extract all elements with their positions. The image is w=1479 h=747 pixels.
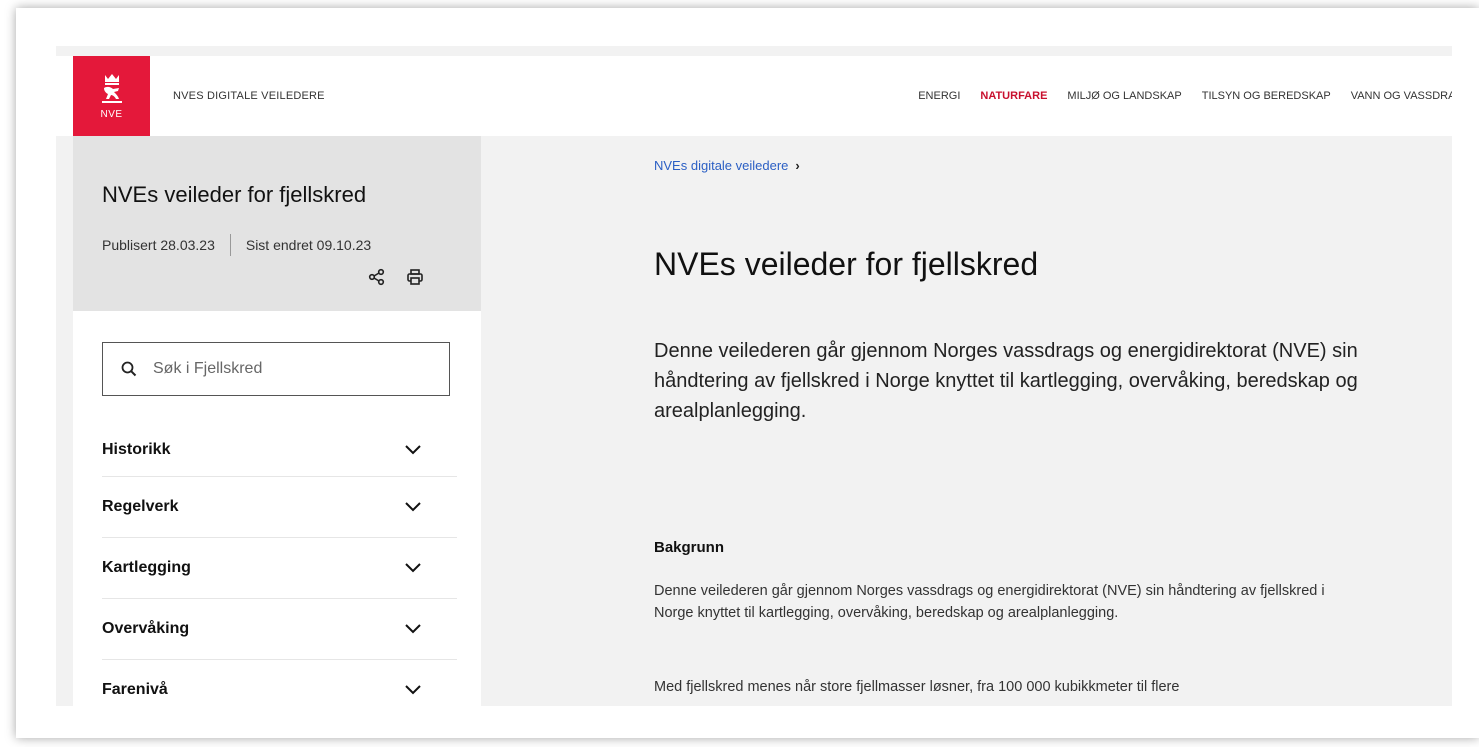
print-icon[interactable] [406,268,424,286]
share-icon[interactable] [368,268,386,286]
site-name-link[interactable]: NVES DIGITALE VEILEDERE [173,90,325,102]
nav-item-vann-og-vassdrag[interactable]: VANN OG VASSDRAG [1351,90,1452,102]
crown-lion-logo-icon [101,74,122,103]
sidebar-item-kartlegging[interactable]: Kartlegging [102,538,457,599]
chevron-down-icon [405,563,421,573]
logo-label: NVE [100,109,123,120]
published-date: Publisert 28.03.23 [102,237,215,253]
search-input[interactable] [153,360,433,378]
sidebar-actions [368,268,424,286]
main-navigation: ENERGI NATURFARE MILJØ OG LANDSKAP TILSY… [898,90,1452,102]
nav-item-naturfare[interactable]: NATURFARE [980,90,1047,102]
site-header: NVE NVES DIGITALE VEILEDERE ENERGI NATUR… [56,56,1452,136]
body-paragraph: Med fjellskred menes når store fjellmass… [654,679,1180,695]
page: NVE NVES DIGITALE VEILEDERE ENERGI NATUR… [56,46,1452,706]
search-box [102,342,450,396]
browser-frame: NVE NVES DIGITALE VEILEDERE ENERGI NATUR… [16,8,1479,738]
sidebar-title: NVEs veileder for fjellskred [102,182,367,207]
chevron-down-icon [405,685,421,695]
sidebar-item-label: Historikk [102,440,171,458]
section-heading: Bakgrunn [654,539,725,556]
page-title: NVEs veileder for fjellskred [654,246,1039,282]
changed-date: Sist endret 09.10.23 [245,237,372,253]
sidebar-item-label: Kartlegging [102,559,191,576]
body-paragraph: Denne veilederen går gjennom Norges vass… [654,583,1325,621]
breadcrumb-separator: › [795,158,800,173]
sidebar-item-regelverk[interactable]: Regelverk [102,477,457,538]
publication-meta: Publisert 28.03.23 Sist endret 09.10.23 [102,234,371,256]
nav-item-tilsyn-og-beredskap[interactable]: TILSYN OG BEREDSKAP [1202,90,1331,102]
sidebar-item-overvaking[interactable]: Overvåking [102,599,457,660]
meta-divider [229,234,231,256]
lead-paragraph: Denne veilederen går gjennom Norges vass… [654,340,1358,422]
nav-item-miljo-og-landskap[interactable]: MILJØ OG LANDSKAP [1067,90,1181,102]
chevron-down-icon [405,444,421,454]
nve-logo[interactable]: NVE [73,56,150,136]
chevron-down-icon [405,624,421,634]
chevron-down-icon [405,502,421,512]
nav-item-energi[interactable]: ENERGI [918,90,960,102]
sidebar-header: NVEs veileder for fjellskred Publisert 2… [73,136,481,311]
breadcrumb-link[interactable]: NVEs digitale veiledere [654,158,788,173]
sidebar-navigation: Historikk Regelverk Kartlegging Overvåki… [73,311,481,706]
sidebar-item-label: Overvåking [102,620,190,637]
sidebar-item-fareniva[interactable]: Farenivå [102,660,457,706]
sidebar-item-historikk[interactable]: Historikk [102,423,457,477]
sidebar-menu: Historikk Regelverk Kartlegging Overvåki… [102,423,457,706]
main-content: NVEs digitale veiledere › NVEs veileder f… [501,136,1441,706]
sidebar-item-label: Farenivå [102,681,168,698]
search-icon [121,361,137,377]
breadcrumb: NVEs digitale veiledere › [654,158,800,173]
sidebar-item-label: Regelverk [102,498,179,515]
